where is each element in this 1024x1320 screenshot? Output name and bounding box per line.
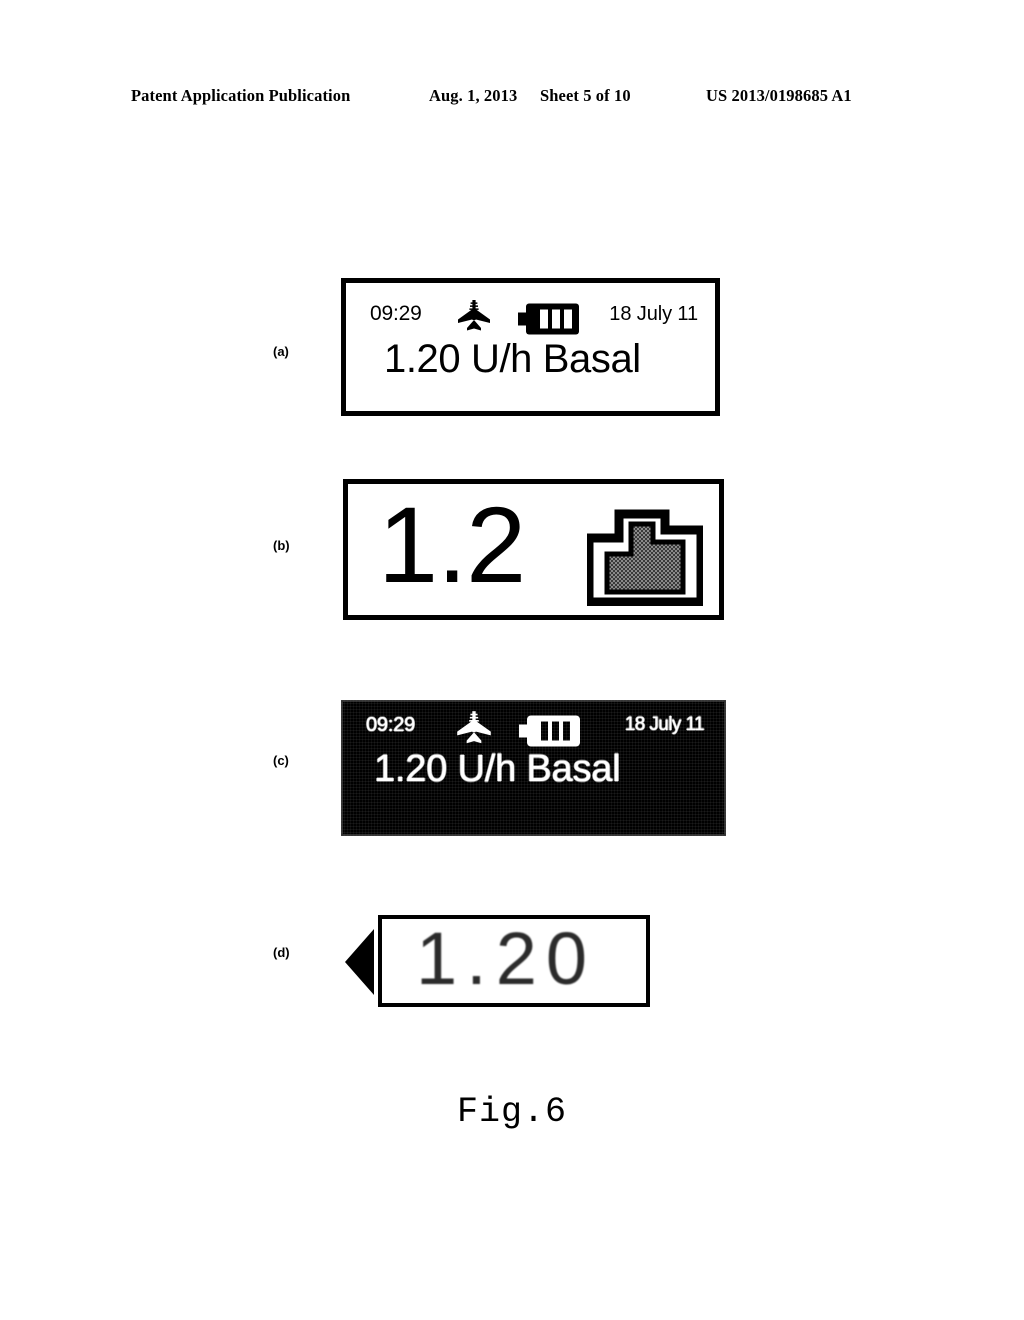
display-panel-a: 09:29 18 July 11 1.20 U/h Basal bbox=[341, 278, 720, 416]
scrolling-basal-value: 1.20 bbox=[416, 917, 597, 1000]
panel-label-a: (a) bbox=[273, 344, 289, 359]
display-panel-d: 1.20 bbox=[378, 915, 650, 1007]
panel-label-c: (c) bbox=[273, 753, 289, 768]
panel-label-b: (b) bbox=[273, 538, 290, 553]
large-basal-value: 1.2 bbox=[378, 484, 526, 605]
status-date: 18 July 11 bbox=[609, 303, 698, 325]
figure-6: (a) 09:29 18 July 11 1.20 U/h Basal (b) … bbox=[0, 0, 1024, 1320]
status-date: 18 July 11 bbox=[624, 714, 705, 735]
status-bar-c: 09:29 18 July 11 bbox=[341, 711, 726, 747]
figure-caption: Fig.6 bbox=[456, 1092, 568, 1132]
basal-rate-text: 1.20 U/h Basal bbox=[374, 748, 621, 790]
airplane-mode-icon bbox=[454, 299, 494, 338]
basal-profile-bar-icon bbox=[584, 494, 706, 607]
status-bar-a: 09:29 18 July 11 bbox=[346, 299, 715, 335]
display-panel-b: 1.2 bbox=[343, 479, 724, 620]
left-arrow-icon[interactable] bbox=[345, 929, 374, 995]
display-panel-c-inverted: 09:29 18 July 11 1.20 U/h Basal bbox=[341, 700, 726, 836]
battery-icon bbox=[519, 715, 581, 752]
airplane-mode-icon bbox=[453, 710, 495, 751]
panel-label-d: (d) bbox=[273, 945, 290, 960]
status-time: 09:29 bbox=[370, 302, 422, 325]
display-panel-d-wrapper: 1.20 bbox=[345, 915, 725, 1015]
basal-rate-text: 1.20 U/h Basal bbox=[384, 337, 641, 381]
status-time: 09:29 bbox=[366, 714, 416, 736]
battery-icon bbox=[518, 303, 580, 340]
